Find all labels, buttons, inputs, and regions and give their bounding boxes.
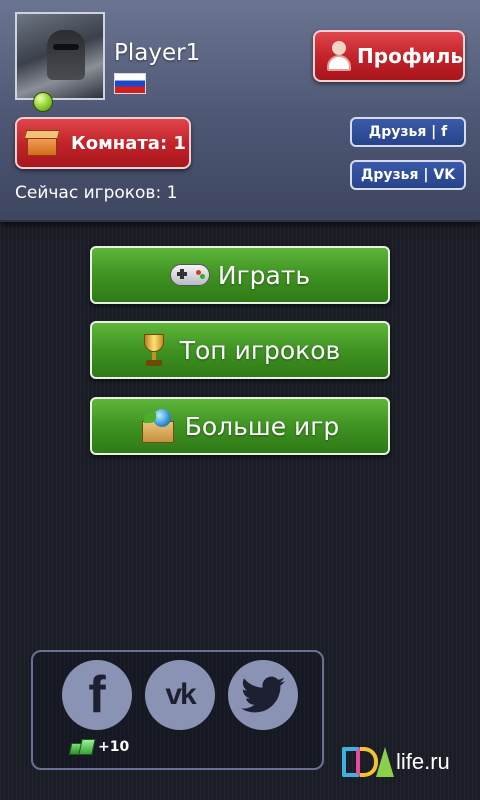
watermark-text: life.ru (396, 749, 450, 774)
online-status-icon (33, 92, 53, 112)
room-button[interactable]: Комната: 1 (15, 117, 191, 169)
trophy-icon (140, 332, 168, 368)
bonus-text: +10 (98, 739, 130, 755)
twitter-bird-glyph (241, 676, 285, 713)
person-icon (325, 39, 351, 73)
play-button[interactable]: Играть (90, 246, 390, 304)
avatar-glasses (53, 44, 79, 50)
top-players-button[interactable]: Топ игроков (90, 321, 390, 379)
gem-icon (68, 737, 96, 757)
profile-button[interactable]: Профиль (313, 30, 465, 82)
more-games-button[interactable]: Больше игр (90, 397, 390, 455)
avatar-figure (47, 30, 85, 80)
avatar[interactable] (15, 12, 105, 112)
facebook-icon[interactable]: f (62, 660, 132, 730)
gamepad-icon (169, 262, 210, 288)
box-icon (23, 128, 61, 158)
play-button-label: Играть (217, 260, 311, 290)
pda-logo-icon (342, 745, 394, 779)
twitter-icon[interactable] (228, 660, 298, 730)
friends-facebook-button[interactable]: Друзья | f (350, 117, 466, 147)
profile-header: Player1 Профиль Комната: 1 Сейчас игроко… (0, 0, 480, 222)
more-games-button-label: Больше игр (184, 411, 340, 441)
profile-button-label: Профиль (357, 44, 463, 68)
top-players-button-label: Топ игроков (179, 335, 341, 365)
russia-flag-icon (114, 73, 146, 94)
player-name: Player1 (114, 40, 201, 66)
players-online-text: Сейчас игроков: 1 (15, 183, 178, 203)
share-bonus: +10 (68, 737, 130, 757)
friends-vk-button[interactable]: Друзья | VK (350, 160, 466, 190)
room-button-label: Комната: 1 (71, 132, 186, 154)
package-icon (141, 409, 175, 443)
vk-icon[interactable]: vk (145, 660, 215, 730)
watermark: life.ru (342, 745, 450, 779)
